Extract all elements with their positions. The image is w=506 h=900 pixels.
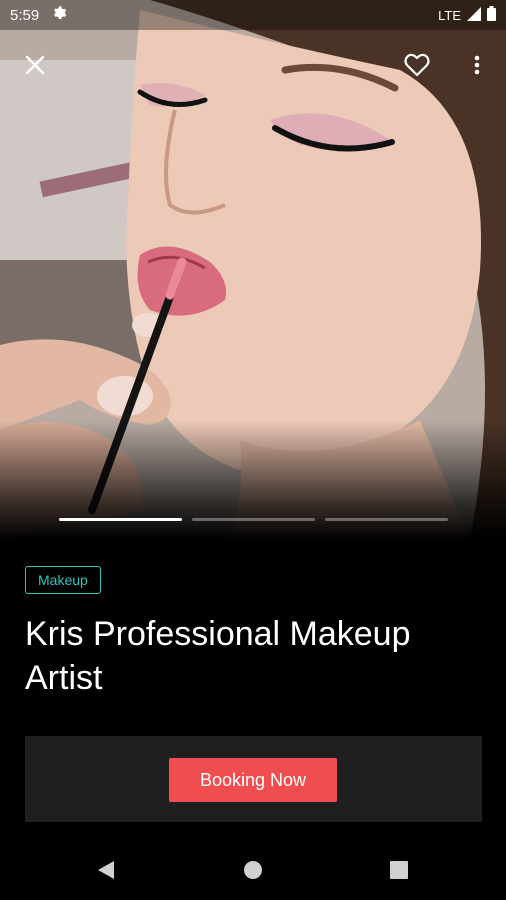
- navigation-bar: [0, 840, 506, 900]
- status-bar: 5:59 LTE: [0, 0, 506, 30]
- nav-home-button[interactable]: [238, 855, 268, 885]
- carousel-indicator-2[interactable]: [192, 518, 315, 521]
- listing-title: Kris Professional Makeup Artist: [25, 615, 411, 697]
- settings-icon: [51, 5, 67, 25]
- status-time: 5:59: [10, 6, 40, 24]
- carousel-indicators: [59, 518, 448, 521]
- signal-icon: [467, 6, 481, 24]
- hero-fade-overlay: [0, 420, 506, 540]
- back-icon: [98, 861, 114, 879]
- close-button[interactable]: [20, 50, 50, 80]
- category-tag[interactable]: Makeup: [25, 566, 101, 594]
- hero-image: [0, 0, 506, 540]
- close-icon: [25, 55, 45, 75]
- more-vertical-icon: [474, 55, 480, 75]
- carousel-indicator-3[interactable]: [325, 518, 448, 521]
- more-options-button[interactable]: [462, 50, 492, 80]
- carousel-indicator-1[interactable]: [59, 518, 182, 521]
- battery-icon: [487, 6, 496, 24]
- recents-icon: [390, 861, 408, 879]
- nav-recents-button[interactable]: [384, 855, 414, 885]
- home-icon: [244, 861, 262, 879]
- booking-now-button[interactable]: Booking Now: [169, 758, 337, 802]
- network-type: LTE: [438, 7, 461, 23]
- nav-back-button[interactable]: [91, 855, 121, 885]
- favorite-button[interactable]: [402, 50, 432, 80]
- heart-outline-icon: [404, 53, 430, 77]
- booking-panel: Booking Now: [25, 736, 482, 822]
